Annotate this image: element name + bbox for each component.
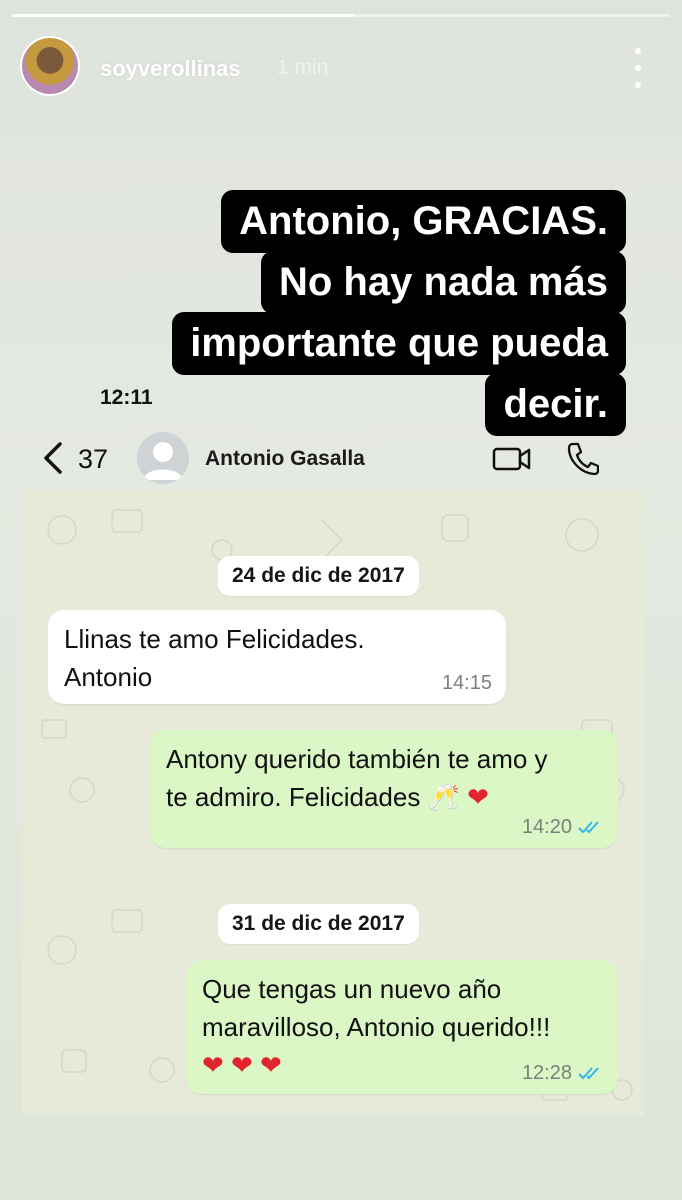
read-receipt-icon (578, 821, 599, 834)
message-line: Antony querido también te amo y (166, 744, 548, 774)
message-bubble-outgoing[interactable]: Antony querido también te amo y te admir… (150, 730, 618, 848)
date-separator: 24 de dic de 2017 (218, 556, 419, 596)
caption-line: decir. (485, 373, 626, 436)
message-time: 12:28 (521, 1062, 572, 1084)
avatar[interactable] (22, 38, 78, 94)
message-line-text: te admiro. Felicidades (166, 782, 421, 812)
story-progress-bar (12, 14, 670, 17)
story-username[interactable]: soyverollinas (100, 56, 241, 82)
message-time: 14:20 (521, 816, 572, 838)
chevron-left-icon[interactable] (38, 440, 72, 476)
message-text: Llinas te amo Felicidades. Antonio (64, 620, 492, 696)
message-meta: 12:28 (522, 1062, 604, 1084)
person-placeholder-icon (143, 442, 183, 480)
story-progress-fill (12, 14, 355, 17)
message-time: 14:15 (441, 672, 492, 694)
message-line: Que tengas un nuevo año (202, 974, 502, 1004)
date-separator: 31 de dic de 2017 (218, 904, 419, 944)
message-meta: 14:15 (442, 672, 492, 694)
contact-avatar[interactable] (137, 432, 189, 484)
back-count[interactable]: 37 (78, 444, 108, 475)
emoji-group: 🥂 ❤ (427, 782, 489, 812)
status-clock: 12:11 (100, 386, 153, 409)
caption-line: importante que pueda (172, 312, 626, 375)
video-call-icon[interactable] (492, 444, 532, 474)
phone-icon[interactable] (565, 440, 599, 476)
message-line: te admiro. Felicidades 🥂 ❤ (166, 778, 604, 816)
caption-line: Antonio, GRACIAS. (221, 190, 626, 253)
message-text: Antony querido también te amo y te admir… (166, 740, 604, 816)
read-receipt-icon (578, 1067, 599, 1080)
caption-line: No hay nada más (260, 251, 626, 314)
chat-area[interactable]: 24 de dic de 2017 Llinas te amo Felicida… (22, 490, 644, 1116)
message-bubble-outgoing[interactable]: Que tengas un nuevo año maravilloso, Ant… (186, 960, 618, 1094)
contact-name[interactable]: Antonio Gasalla (205, 447, 365, 471)
message-line: Antonio (64, 662, 153, 692)
message-meta: 14:20 (522, 816, 604, 838)
story-time-ago: 1 min (277, 56, 329, 79)
more-options-icon[interactable] (628, 48, 648, 88)
message-line: maravilloso, Antonio querido!!! (202, 1012, 551, 1042)
message-bubble-incoming[interactable]: Llinas te amo Felicidades. Antonio 14:15 (48, 610, 506, 704)
message-line: Llinas te amo Felicidades. (64, 624, 365, 654)
story-caption: Antonio, GRACIAS. No hay nada más import… (172, 190, 626, 436)
